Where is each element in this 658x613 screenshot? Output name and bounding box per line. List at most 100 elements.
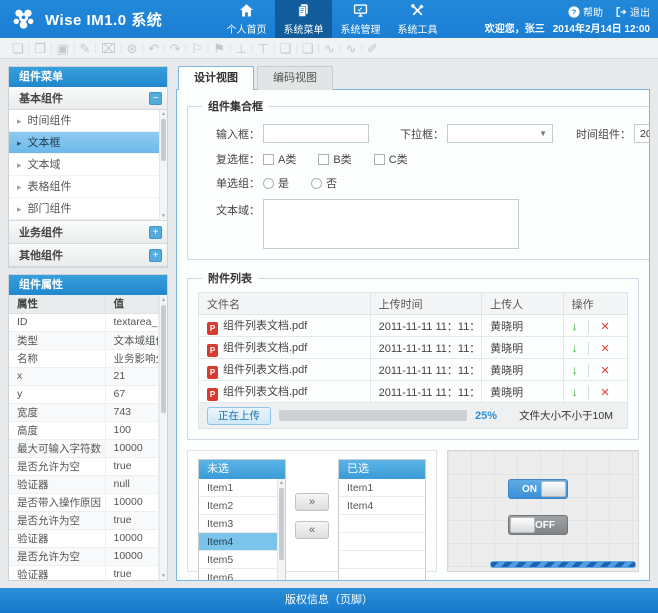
transfer-list-item[interactable]: Item4 [199, 533, 285, 551]
open-folder-icon[interactable]: ❐ [30, 42, 50, 55]
textarea-input[interactable] [263, 199, 519, 249]
props-row[interactable]: 验证器true [9, 565, 159, 581]
download-icon[interactable]: ↓ [572, 341, 578, 355]
transfer-list-item[interactable]: Item2 [199, 497, 285, 515]
transfer-list-item[interactable]: Item5 [199, 551, 285, 569]
new-file-icon[interactable]: ❏ [8, 42, 28, 55]
text-input[interactable] [263, 124, 369, 143]
move-right-button[interactable]: » [295, 493, 329, 511]
scroll-thumb[interactable] [279, 488, 284, 560]
nav-item-home[interactable]: 个人首页 [218, 0, 275, 38]
delete-icon[interactable]: ⌧ [97, 42, 120, 55]
menu-item[interactable]: ▸文本域 [9, 154, 167, 176]
align-bottom-icon[interactable]: ⊥ [232, 42, 251, 55]
props-row[interactable]: 最大可输入字符数10000 [9, 439, 159, 457]
menu-item[interactable]: ▸表格组件 [9, 176, 167, 198]
props-row[interactable]: 是否允许为空true [9, 511, 159, 529]
tab-design-view[interactable]: 设计视图 [178, 66, 254, 90]
props-row[interactable]: 验证器10000 [9, 529, 159, 547]
uploading-button[interactable]: 正在上传 [207, 407, 271, 425]
props-row[interactable]: x21 [9, 367, 159, 385]
checkbox-option[interactable]: C类 [374, 151, 408, 167]
doc-import-icon[interactable]: ❏ [298, 42, 318, 55]
accordion-header[interactable]: 其他组件+ [9, 244, 167, 267]
scroll-thumb[interactable] [161, 119, 166, 161]
props-row[interactable]: 类型文本域组件 [9, 331, 159, 349]
props-row[interactable]: 名称业务影响分析说明 [9, 349, 159, 367]
nav-item-documents[interactable]: 系统菜单 [275, 0, 332, 38]
toggle-switch-on[interactable]: ON [508, 479, 568, 499]
props-row[interactable]: 验证器null [9, 475, 159, 493]
attachment-filename[interactable]: 组件列表文档.pdf [223, 320, 307, 332]
transfer-list-item[interactable]: Item4 [339, 497, 425, 515]
props-row[interactable]: IDtextarea_1 [9, 313, 159, 331]
scroll-up-icon[interactable]: ▲ [160, 296, 167, 304]
props-row[interactable]: 是否允许为空10000 [9, 547, 159, 565]
checkbox-option[interactable]: B类 [318, 151, 351, 167]
transfer-list-item[interactable]: Item6 [199, 569, 285, 581]
dropdown-select[interactable]: ▼ [447, 124, 553, 143]
move-left-button[interactable]: « [295, 521, 329, 539]
expand-icon[interactable]: + [149, 249, 162, 262]
radio-button[interactable] [311, 178, 322, 189]
transfer-list-item[interactable]: Item3 [199, 515, 285, 533]
attachment-filename[interactable]: 组件列表文档.pdf [223, 364, 307, 376]
props-row[interactable]: 是否允许为空true [9, 457, 159, 475]
doc-export-icon[interactable]: ❏ [276, 42, 296, 55]
radio-option[interactable]: 是 [263, 175, 289, 191]
menu-item[interactable]: ▸文本框 [9, 132, 167, 154]
redo-icon[interactable]: ↷ [166, 42, 185, 55]
scroll-up-icon[interactable]: ▲ [160, 110, 167, 118]
attachment-filename[interactable]: 组件列表文档.pdf [223, 342, 307, 354]
toggle-knob[interactable] [510, 517, 535, 533]
checkbox[interactable] [263, 154, 274, 165]
scroll-thumb[interactable] [161, 305, 166, 413]
collapse-icon[interactable]: − [149, 92, 162, 105]
download-icon[interactable]: ↓ [572, 363, 578, 377]
accordion-header[interactable]: 业务组件+ [9, 221, 167, 244]
checkbox[interactable] [318, 154, 329, 165]
pencil-icon[interactable]: ✐ [363, 42, 382, 55]
props-row[interactable]: 是否带入操作原因10000 [9, 493, 159, 511]
undo-icon[interactable]: ↶ [144, 42, 163, 55]
nav-item-tools[interactable]: 系统工具 [389, 0, 446, 38]
nav-item-monitor[interactable]: 系统管理 [332, 0, 389, 38]
tab-code-view[interactable]: 编码视图 [257, 66, 333, 90]
radio-option[interactable]: 否 [311, 175, 337, 191]
scroll-down-icon[interactable]: ▼ [160, 212, 167, 220]
delete-icon[interactable]: ✕ [601, 387, 610, 399]
menu-item[interactable]: ▸时间组件 [9, 110, 167, 132]
unselected-list-scrollbar[interactable]: ▲ ▼ [277, 479, 285, 581]
date-input[interactable]: 2012-07-01 [634, 124, 650, 143]
props-row[interactable]: 宽度743 [9, 403, 159, 421]
publish-icon[interactable]: ⊛ [123, 42, 142, 55]
curve-icon[interactable]: ∿ [320, 42, 339, 55]
props-scrollbar[interactable]: ▲ ▼ [159, 296, 167, 580]
help-button[interactable]: ? 帮助 [568, 4, 603, 19]
transfer-list-item[interactable]: Item1 [339, 479, 425, 497]
logout-button[interactable]: 退出 [615, 4, 650, 19]
props-row[interactable]: 高度100 [9, 421, 159, 439]
download-icon[interactable]: ↓ [572, 319, 578, 333]
delete-icon[interactable]: ✕ [601, 321, 610, 333]
menu-scrollbar[interactable]: ▲▼ [159, 110, 167, 220]
transfer-list-item[interactable]: Item1 [199, 479, 285, 497]
scroll-up-icon[interactable]: ▲ [278, 479, 285, 487]
checkbox[interactable] [374, 154, 385, 165]
toggle-knob[interactable] [541, 481, 566, 497]
save-icon[interactable]: ▣ [53, 42, 73, 55]
accordion-header[interactable]: 基本组件− [9, 87, 167, 110]
download-icon[interactable]: ↓ [572, 385, 578, 399]
checkbox-option[interactable]: A类 [263, 151, 296, 167]
edit-doc-icon[interactable]: ✎ [75, 42, 94, 55]
align-top-icon[interactable]: ⊤ [254, 42, 273, 55]
flag-filled-icon[interactable]: ⚑ [209, 42, 229, 55]
delete-icon[interactable]: ✕ [601, 365, 610, 377]
toggle-switch-off[interactable]: OFF [508, 515, 568, 535]
radio-button[interactable] [263, 178, 274, 189]
delete-icon[interactable]: ✕ [601, 343, 610, 355]
expand-icon[interactable]: + [149, 226, 162, 239]
scroll-down-icon[interactable]: ▼ [160, 572, 167, 580]
attachment-filename[interactable]: 组件列表文档.pdf [223, 386, 307, 398]
spline-icon[interactable]: ∿ [342, 42, 361, 55]
